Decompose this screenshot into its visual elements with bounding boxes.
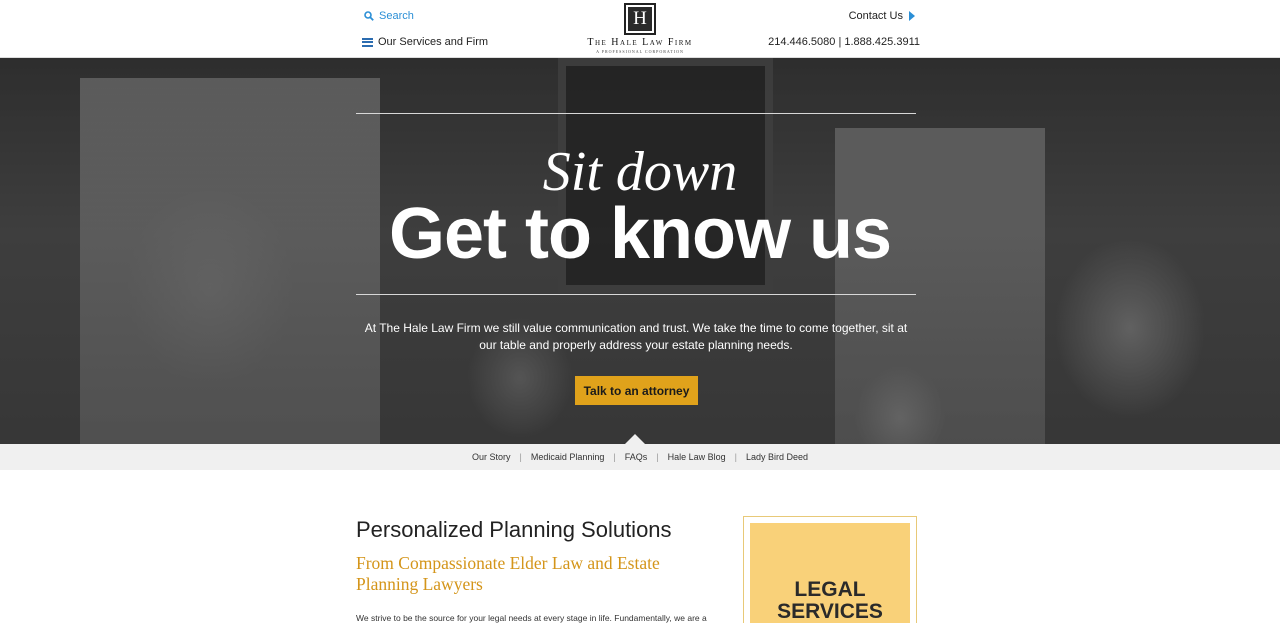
hero-divider-top: [356, 113, 916, 114]
logo-name: The Hale Law Firm: [587, 37, 693, 48]
subnav-item-medicaid-planning[interactable]: Medicaid Planning: [522, 452, 614, 462]
search-label: Search: [379, 10, 414, 22]
legal-services-line1: LEGAL: [794, 578, 866, 601]
services-menu-button[interactable]: Our Services and Firm: [362, 36, 488, 48]
search-link[interactable]: Search: [364, 10, 414, 22]
subnav-pointer: [625, 434, 645, 444]
legal-services-line2: SERVICES: [777, 600, 883, 623]
site-header: Search Our Services and Firm H The Hale …: [0, 0, 1280, 58]
search-icon: [364, 11, 374, 21]
hero-banner: Sit down Get to know us At The Hale Law …: [0, 58, 1280, 444]
contact-label: Contact Us: [848, 10, 903, 22]
hero-main-heading: Get to know us: [388, 194, 892, 274]
contact-us-link[interactable]: Contact Us: [849, 10, 915, 22]
hero-divider-bottom: [356, 294, 916, 295]
logo-mark: H: [624, 3, 656, 35]
subnav-item-faqs[interactable]: FAQs: [616, 452, 657, 462]
hamburger-icon: [362, 37, 373, 47]
content-subtitle: From Compassionate Elder Law and Estate …: [356, 553, 660, 594]
site-logo[interactable]: H The Hale Law Firm A PROFESSIONAL CORPO…: [580, 3, 700, 55]
content-title: Personalized Planning Solutions: [356, 517, 672, 542]
logo-tagline: A PROFESSIONAL CORPORATION: [596, 49, 684, 54]
main-content: Personalized Planning Solutions From Com…: [356, 516, 726, 623]
arrow-right-icon: [909, 11, 915, 21]
section-subnav: Our Story | Medicaid Planning | FAQs | H…: [0, 444, 1280, 470]
talk-to-attorney-button[interactable]: Talk to an attorney: [575, 376, 698, 405]
subnav-item-our-story[interactable]: Our Story: [463, 452, 520, 462]
logo-letter: H: [628, 7, 652, 31]
subnav-item-lady-bird-deed[interactable]: Lady Bird Deed: [737, 452, 817, 462]
legal-services-card-inner: LEGAL SERVICES: [750, 523, 910, 623]
legal-services-card[interactable]: LEGAL SERVICES: [743, 516, 917, 623]
content-body: We strive to be the source for your lega…: [356, 613, 707, 623]
phone-numbers: 214.446.5080 | 1.888.425.3911: [768, 36, 920, 48]
menu-label: Our Services and Firm: [378, 36, 489, 48]
hero-lead-text: At The Hale Law Firm we still value comm…: [364, 321, 908, 352]
subnav-item-hale-law-blog[interactable]: Hale Law Blog: [659, 452, 735, 462]
